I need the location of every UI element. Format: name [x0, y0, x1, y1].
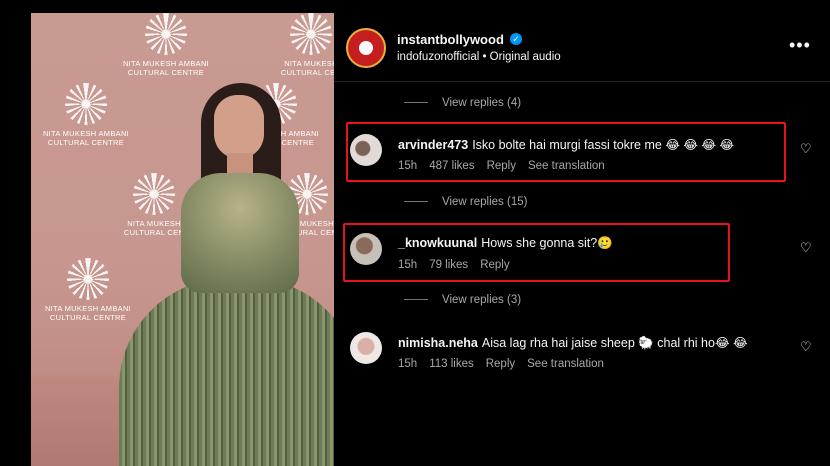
like-heart-icon[interactable]: ♡	[800, 241, 814, 255]
face	[214, 95, 264, 159]
comment-time: 15h	[398, 358, 418, 370]
like-heart-icon[interactable]: ♡	[800, 340, 814, 354]
comment-username[interactable]: nimisha.neha	[398, 336, 478, 350]
more-options-icon[interactable]: •••	[789, 36, 811, 54]
view-replies-button[interactable]: View replies (3)	[404, 294, 521, 306]
reel-video-frame[interactable]: NITA MUKESH AMBANI CULTURAL CENTRE NITA …	[31, 13, 334, 466]
view-replies-label: View replies (4)	[442, 97, 522, 109]
see-translation-button[interactable]: See translation	[527, 358, 604, 370]
view-replies-button[interactable]: View replies (15)	[404, 196, 527, 208]
comment-text: Aisa lag rha hai jaise sheep 🐑 chal rhi …	[481, 336, 748, 350]
reply-button[interactable]: Reply	[486, 358, 515, 370]
embellished-bodice	[181, 173, 299, 293]
post-header: instantbollywood ✓ indofuzonofficial • O…	[334, 0, 830, 82]
verified-badge-icon: ✓	[510, 33, 522, 45]
reply-line	[404, 102, 428, 104]
comment-likes[interactable]: 113 likes	[429, 358, 474, 370]
comment-meta: 15h 113 likes Reply See translation	[398, 358, 616, 370]
audio-credit[interactable]: indofuzonofficial • Original audio	[397, 51, 561, 63]
author-username[interactable]: instantbollywood	[397, 32, 504, 47]
reply-line	[404, 299, 428, 301]
fringe-skirt	[119, 278, 334, 466]
author-avatar[interactable]	[346, 28, 386, 68]
comment-body: nimisha.neha Aisa lag rha hai jaise sheep…	[398, 335, 748, 351]
comments-panel: instantbollywood ✓ indofuzonofficial • O…	[334, 0, 830, 466]
highlight-box	[343, 223, 730, 282]
commenter-avatar[interactable]	[350, 332, 382, 364]
like-heart-icon[interactable]: ♡	[800, 142, 814, 156]
view-replies-button[interactable]: View replies (4)	[404, 97, 521, 109]
view-replies-label: View replies (15)	[442, 196, 528, 208]
highlight-box	[346, 122, 786, 182]
reply-line	[404, 201, 428, 203]
person-figure	[31, 13, 334, 466]
view-replies-label: View replies (3)	[442, 294, 522, 306]
comment-item: nimisha.neha Aisa lag rha hai jaise sheep…	[334, 324, 830, 380]
